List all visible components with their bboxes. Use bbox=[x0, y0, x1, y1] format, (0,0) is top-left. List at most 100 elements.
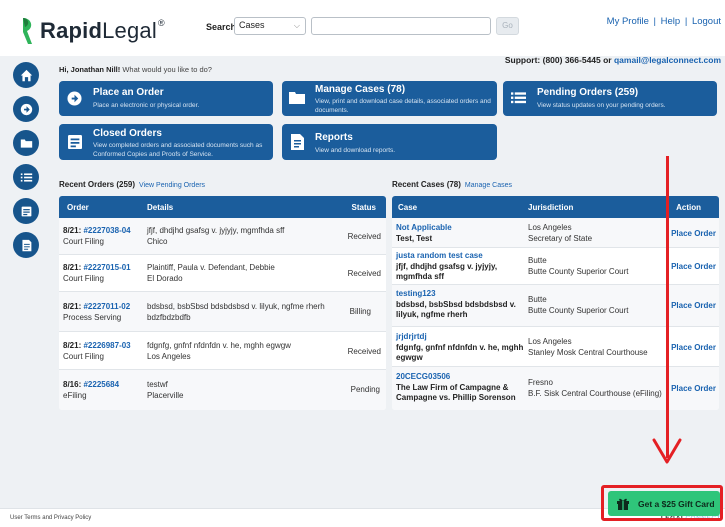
place-order-title: Place an Order bbox=[93, 87, 164, 98]
reports-tile[interactable]: Reports View and download reports. bbox=[282, 124, 497, 160]
manage-cases-tile[interactable]: Manage Cases (78) View, print and downlo… bbox=[282, 81, 497, 116]
nav-cases[interactable] bbox=[13, 130, 39, 156]
place-order-tile[interactable]: Place an Order Place an electronic or ph… bbox=[59, 81, 273, 116]
app-header: RapidLegal® Search: Cases ⌵ Go My Profil… bbox=[0, 0, 725, 56]
place-order-link[interactable]: Place Order bbox=[671, 229, 716, 239]
case-link[interactable]: 20CECG03506 bbox=[396, 372, 450, 382]
col-status: Status bbox=[351, 203, 376, 212]
document-icon bbox=[21, 239, 31, 251]
view-pending-orders-link[interactable]: View Pending Orders bbox=[139, 182, 205, 189]
folder-icon bbox=[289, 91, 305, 110]
table-row[interactable]: 8/21: #2227015-01 Court Filing Plaintiff… bbox=[59, 255, 386, 292]
table-row[interactable]: jrjdrjrtdj fdgnfg, gnfnf nfdnfdn v. he, … bbox=[392, 327, 719, 367]
search-input[interactable] bbox=[311, 17, 491, 35]
nav-pending[interactable] bbox=[13, 164, 39, 190]
manage-cases-link[interactable]: Manage Cases bbox=[465, 182, 512, 189]
terms-privacy-link[interactable]: User Terms and Privacy Policy bbox=[10, 515, 91, 521]
recent-orders-table: Order Details Status 8/21: #2227038-04 C… bbox=[59, 196, 386, 410]
pending-orders-tile[interactable]: Pending Orders (259) View status updates… bbox=[503, 81, 717, 116]
status-badge: Received bbox=[347, 232, 381, 241]
arrow-right-circle-icon bbox=[67, 91, 82, 111]
table-row[interactable]: 20CECG03506 The Law Firm of Campagne & C… bbox=[392, 367, 719, 410]
manage-cases-title: Manage Cases (78) bbox=[315, 84, 406, 95]
greeting: Hi, Jonathan Nill! What would you like t… bbox=[59, 65, 212, 74]
case-link[interactable]: jrjdrjrtdj bbox=[396, 332, 427, 342]
closed-orders-tile[interactable]: Closed Orders View completed orders and … bbox=[59, 124, 273, 160]
order-link[interactable]: #2227011-02 bbox=[83, 302, 130, 311]
arrow-right-circle-icon bbox=[20, 103, 32, 115]
recent-orders-body: 8/21: #2227038-04 Court Filing jfjf, dhd… bbox=[59, 218, 386, 410]
table-row[interactable]: 8/21: #2227011-02 Process Serving bdsbsd… bbox=[59, 292, 386, 332]
help-link[interactable]: Help bbox=[661, 16, 681, 27]
folder-icon bbox=[20, 138, 32, 148]
status-badge: Received bbox=[347, 347, 381, 356]
recent-orders-header: Order Details Status bbox=[59, 196, 386, 218]
go-button[interactable]: Go bbox=[496, 17, 519, 35]
nav-closed[interactable] bbox=[13, 198, 39, 224]
support-line: Support: (800) 366-5445 or qamail@legalc… bbox=[504, 55, 721, 65]
recent-cases-table: Case Jurisdiction Action Not Applicable … bbox=[392, 196, 719, 410]
pending-orders-desc: View status updates on your pending orde… bbox=[537, 102, 666, 109]
left-nav bbox=[13, 62, 39, 266]
status-badge: Billing bbox=[349, 307, 371, 316]
table-row[interactable]: testing123 bdsbsd, bsbSbsd bdsbdsbsd v. … bbox=[392, 285, 719, 327]
recent-cases-body: Not Applicable Test, Test Los Angeles Se… bbox=[392, 218, 719, 410]
top-links: My Profile | Help | Logout bbox=[606, 16, 721, 27]
col-details: Details bbox=[147, 203, 174, 212]
recent-cases-header: Case Jurisdiction Action bbox=[392, 196, 719, 218]
list-icon bbox=[20, 172, 32, 182]
col-jurisdiction: Jurisdiction bbox=[528, 203, 574, 212]
place-order-link[interactable]: Place Order bbox=[671, 262, 716, 272]
search-scope-select[interactable]: Cases ⌵ bbox=[234, 17, 306, 35]
status-badge: Received bbox=[347, 269, 381, 278]
annotation-arrow-head-icon bbox=[652, 438, 682, 464]
reports-desc: View and download reports. bbox=[315, 147, 396, 154]
order-link[interactable]: #2227015-01 bbox=[83, 263, 130, 272]
support-email-link[interactable]: qamail@legalconnect.com bbox=[614, 55, 721, 65]
place-order-link[interactable]: Place Order bbox=[671, 384, 716, 394]
annotation-arrow-line bbox=[666, 156, 669, 458]
table-row[interactable]: 8/21: #2226987-03 Court Filing fdgnfg, g… bbox=[59, 332, 386, 370]
chevron-down-icon: ⌵ bbox=[293, 21, 300, 30]
manage-cases-desc: View, print and download case details, a… bbox=[315, 98, 491, 114]
form-icon bbox=[21, 206, 31, 216]
nav-home[interactable] bbox=[13, 62, 39, 88]
order-link[interactable]: #2226987-03 bbox=[83, 341, 130, 350]
reports-title: Reports bbox=[315, 132, 353, 143]
logout-link[interactable]: Logout bbox=[692, 16, 721, 27]
gift-icon bbox=[617, 498, 629, 510]
document-icon bbox=[291, 134, 304, 155]
my-profile-link[interactable]: My Profile bbox=[607, 16, 649, 27]
table-row[interactable]: justa random test case jfjf, dhdjhd gsaf… bbox=[392, 248, 719, 285]
place-order-desc: Place an electronic or physical order. bbox=[93, 102, 200, 109]
col-case: Case bbox=[398, 203, 418, 212]
logo-text: RapidLegal® bbox=[40, 18, 165, 43]
home-icon bbox=[20, 69, 32, 81]
status-badge: Pending bbox=[350, 385, 380, 394]
closed-orders-title: Closed Orders bbox=[93, 128, 162, 139]
gift-card-button[interactable]: Get a $25 Gift Card bbox=[608, 491, 720, 516]
nav-reports[interactable] bbox=[13, 232, 39, 258]
table-row[interactable]: Not Applicable Test, Test Los Angeles Se… bbox=[392, 218, 719, 248]
gift-card-label: Get a $25 Gift Card bbox=[638, 499, 715, 509]
order-link[interactable]: #2225684 bbox=[83, 380, 119, 389]
place-order-link[interactable]: Place Order bbox=[671, 343, 716, 353]
col-action: Action bbox=[676, 203, 701, 212]
table-row[interactable]: 8/16: #2225684 eFiling testwf Placervill… bbox=[59, 370, 386, 410]
logo-mark-icon bbox=[23, 18, 32, 44]
case-link[interactable]: Not Applicable bbox=[396, 223, 452, 233]
nav-place-order[interactable] bbox=[13, 96, 39, 122]
rapidlegal-logo[interactable]: RapidLegal® bbox=[20, 16, 165, 46]
case-link[interactable]: testing123 bbox=[396, 289, 436, 299]
order-link[interactable]: #2227038-04 bbox=[83, 226, 130, 235]
search-scope-value: Cases bbox=[239, 20, 265, 30]
col-order: Order bbox=[67, 203, 89, 212]
place-order-link[interactable]: Place Order bbox=[671, 301, 716, 311]
list-icon bbox=[511, 91, 526, 110]
form-icon bbox=[68, 135, 82, 154]
pending-orders-title: Pending Orders (259) bbox=[537, 87, 639, 98]
table-row[interactable]: 8/21: #2227038-04 Court Filing jfjf, dhd… bbox=[59, 218, 386, 255]
recent-orders-heading: Recent Orders (259) View Pending Orders bbox=[59, 180, 206, 189]
closed-orders-desc: View completed orders and associated doc… bbox=[93, 142, 263, 158]
case-link[interactable]: justa random test case bbox=[396, 251, 483, 261]
